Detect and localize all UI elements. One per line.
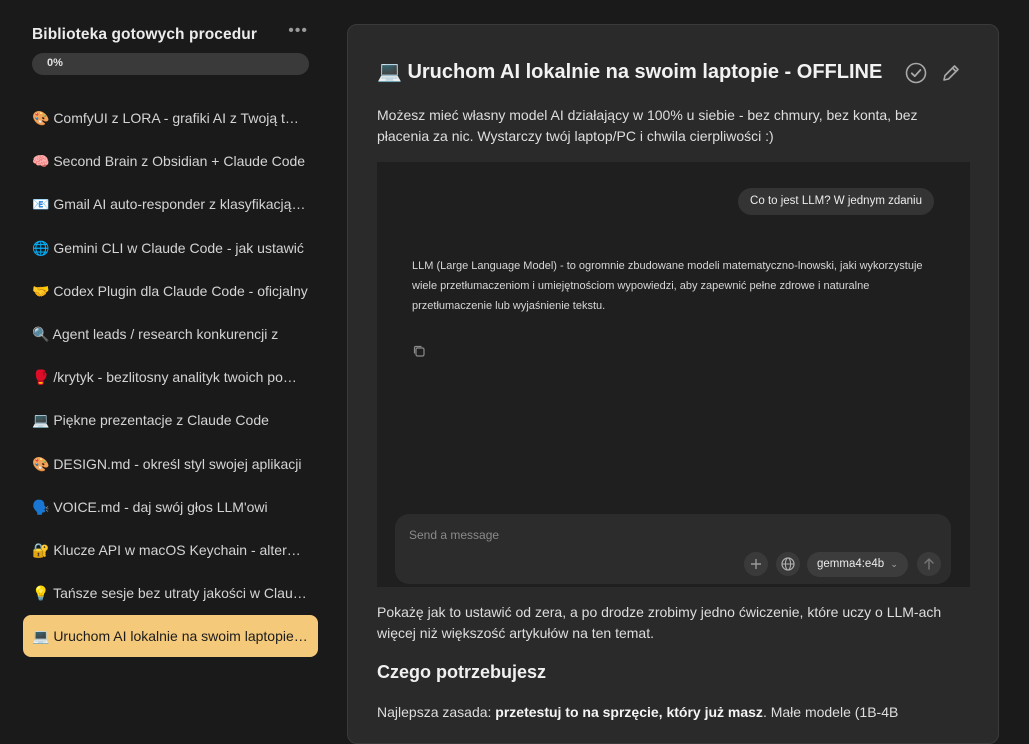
- globe-icon: [776, 552, 800, 576]
- sidebar-item[interactable]: 🔐 Klucze API w macOS Keychain - alternat…: [23, 529, 318, 572]
- chat-screenshot: Co to jest LLM? W jednym zdaniu LLM (Lar…: [377, 162, 970, 587]
- sidebar-item[interactable]: 💻 Uruchom AI lokalnie na swoim laptopie …: [23, 615, 318, 658]
- sidebar-item[interactable]: 🥊 /krytyk - bezlitosny analityk twoich p…: [23, 356, 318, 399]
- sidebar: Biblioteka gotowych procedur ••• 0% 🎨 Co…: [0, 0, 336, 728]
- sidebar-item-label: 💻 Uruchom AI lokalnie na swoim laptopie …: [32, 627, 308, 644]
- sidebar-item[interactable]: 🎨 ComfyUI z LORA - grafiki AI z Twoją tw…: [23, 97, 318, 140]
- chevron-down-icon: ⌄: [890, 559, 898, 569]
- sidebar-item[interactable]: 📧 Gmail AI auto-responder z klasyfikacją…: [23, 183, 318, 226]
- sidebar-item-label: 🥊 /krytyk - bezlitosny analityk twoich p…: [32, 369, 308, 386]
- model-selector: gemma4:e4b ⌄: [807, 552, 908, 577]
- sidebar-item-label: 🎨 DESIGN.md - określ styl swojej aplikac…: [32, 455, 302, 472]
- sidebar-item-label: 📧 Gmail AI auto-responder z klasyfikacją…: [32, 196, 308, 213]
- sidebar-item-label: 💡 Tańsze sesje bez utraty jakości w Clau…: [32, 585, 308, 602]
- page-title: 💻 Uruchom AI lokalnie na swoim laptopie …: [377, 61, 883, 83]
- sidebar-item-label: 🎨 ComfyUI z LORA - grafiki AI z Twoją tw…: [32, 110, 308, 127]
- section-bold-text: przetestuj to na sprzęcie, który już mas…: [495, 704, 763, 720]
- user-message: Co to jest LLM? W jednym zdaniu: [738, 188, 934, 215]
- sidebar-item[interactable]: 🎨 DESIGN.md - określ styl swojej aplikac…: [23, 443, 318, 486]
- sidebar-item[interactable]: 💻 Piękne prezentacje z Claude Code: [23, 399, 318, 442]
- sidebar-item-label: 🔐 Klucze API w macOS Keychain - alternat…: [32, 541, 308, 558]
- sidebar-header: Biblioteka gotowych procedur •••: [32, 22, 312, 46]
- sidebar-item-label: 💻 Piękne prezentacje z Claude Code: [32, 412, 269, 429]
- section-heading: Czego potrzebujesz: [377, 662, 547, 682]
- plus-icon: [744, 552, 768, 576]
- section-lead-paragraph: Najlepsza zasada: przetestuj to na sprzę…: [377, 702, 957, 723]
- check-circle-icon[interactable]: [904, 61, 928, 85]
- copy-icon: [413, 345, 425, 357]
- intro-text: Możesz mieć własny model AI działający w…: [377, 107, 918, 144]
- progress-bar: 0%: [32, 53, 309, 75]
- assistant-message: LLM (Large Language Model) - to ogromnie…: [412, 260, 923, 312]
- sidebar-item[interactable]: 🧠 Second Brain z Obsidian + Claude Code: [23, 140, 318, 183]
- progress-label: 0%: [47, 57, 63, 69]
- section-rest-text: . Małe modele (1B-4B: [762, 704, 899, 720]
- sidebar-item-label: 🌐 Gemini CLI w Claude Code - jak ustawić: [32, 239, 304, 256]
- sidebar-item-label: 🤝 Codex Plugin dla Claude Code - oficjal…: [32, 282, 308, 299]
- pencil-icon[interactable]: [939, 61, 963, 85]
- sidebar-title: Biblioteka gotowych procedur: [32, 26, 257, 43]
- model-name: gemma4:e4b: [817, 558, 885, 570]
- send-arrow-icon: [917, 552, 941, 576]
- after-screenshot-text: Pokażę jak to ustawić od zera, a po drod…: [377, 604, 942, 641]
- more-menu-icon[interactable]: •••: [288, 22, 308, 40]
- sidebar-item[interactable]: 🤝 Codex Plugin dla Claude Code - oficjal…: [23, 270, 318, 313]
- section-lead-text: Najlepsza zasada:: [377, 704, 496, 720]
- procedure-list: 🎨 ComfyUI z LORA - grafiki AI z Twoją tw…: [23, 97, 318, 658]
- sidebar-item[interactable]: 💡 Tańsze sesje bez utraty jakości w Clau…: [23, 572, 318, 615]
- sidebar-item-label: 🗣️ VOICE.md - daj swój głos LLM'owi: [32, 498, 268, 515]
- sidebar-item-label: 🧠 Second Brain z Obsidian + Claude Code: [32, 153, 306, 170]
- sidebar-item[interactable]: 🌐 Gemini CLI w Claude Code - jak ustawić: [23, 227, 318, 270]
- sidebar-item[interactable]: 🔍 Agent leads / research konkurencji z: [23, 313, 318, 356]
- message-input-placeholder: Send a message: [409, 528, 500, 542]
- sidebar-item[interactable]: 🗣️ VOICE.md - daj swój głos LLM'owi: [23, 486, 318, 529]
- sidebar-item-label: 🔍 Agent leads / research konkurencji z: [32, 326, 279, 343]
- main-content: 💻 Uruchom AI lokalnie na swoim laptopie …: [347, 24, 999, 744]
- message-composer: Send a message gemma4:e4b ⌄: [395, 514, 951, 584]
